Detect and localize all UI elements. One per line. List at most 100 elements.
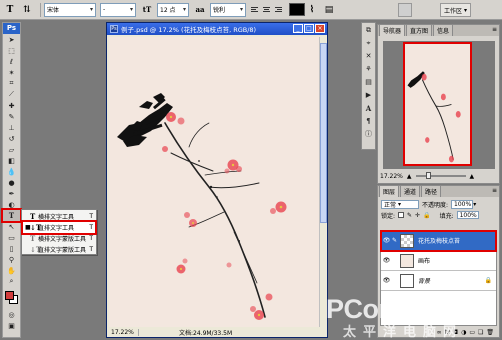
font-family-select[interactable]: 宋体 bbox=[44, 2, 96, 17]
notes-tool-icon[interactable]: ▯ bbox=[3, 243, 20, 254]
paragraph-icon[interactable]: ¶ bbox=[362, 115, 375, 127]
navigator-preview[interactable] bbox=[383, 41, 495, 169]
tool-presets-icon[interactable]: ✕ bbox=[362, 50, 375, 62]
layer-style-icon[interactable]: fx bbox=[445, 329, 451, 336]
zoom-slider-knob[interactable] bbox=[425, 172, 431, 179]
delete-layer-icon[interactable]: 🗑 bbox=[486, 329, 494, 336]
clone-source-icon[interactable]: ⚘ bbox=[362, 63, 375, 75]
font-style-select[interactable]: - bbox=[100, 2, 136, 17]
flyout-item-horizontal-type[interactable]: T 横排文字工具 T bbox=[23, 211, 95, 222]
dodge-tool-icon[interactable]: ● bbox=[3, 177, 20, 188]
maximize-button[interactable]: □ bbox=[304, 24, 314, 33]
tab-info[interactable]: 信息 bbox=[433, 24, 454, 36]
hand-tool-icon[interactable]: ✋ bbox=[3, 265, 20, 276]
dodge-burn-tool-icon[interactable]: ◐ bbox=[3, 199, 20, 210]
align-right-button[interactable] bbox=[274, 4, 285, 15]
bridge-icon[interactable] bbox=[398, 3, 412, 17]
layer-row[interactable]: 👁 画布 bbox=[381, 251, 496, 271]
brush-tool-icon[interactable]: ✎ bbox=[3, 111, 20, 122]
text-color-swatch[interactable] bbox=[289, 3, 305, 16]
lock-pixels-icon[interactable]: ✎ bbox=[407, 212, 412, 219]
close-button[interactable]: × bbox=[315, 24, 325, 33]
anti-alias-select[interactable]: 锐利 bbox=[210, 2, 246, 17]
layer-mask-icon[interactable]: ◘ bbox=[453, 329, 458, 336]
minimize-button[interactable]: _ bbox=[293, 24, 303, 33]
type-tool-icon[interactable]: T bbox=[1, 208, 22, 223]
shape-tool-icon[interactable]: ▭ bbox=[3, 232, 20, 243]
blend-mode-select[interactable]: 正常 bbox=[381, 200, 419, 209]
marquee-tool-icon[interactable]: ⬚ bbox=[3, 45, 20, 56]
font-size-select[interactable]: 12 点 bbox=[157, 2, 189, 17]
pen-tool-icon[interactable]: ✒ bbox=[3, 188, 20, 199]
tab-histogram[interactable]: 直方图 bbox=[406, 24, 433, 36]
type-tool-icon[interactable]: T bbox=[3, 3, 17, 17]
eraser-tool-icon[interactable]: ▱ bbox=[3, 144, 20, 155]
gradient-tool-icon[interactable]: ◧ bbox=[3, 155, 20, 166]
lock-position-icon[interactable]: ✛ bbox=[415, 212, 420, 219]
tab-channels[interactable]: 通道 bbox=[400, 185, 421, 197]
magic-wand-tool-icon[interactable]: ✶ bbox=[3, 67, 20, 78]
layer-row[interactable]: 👁 背景 🔒 bbox=[381, 271, 496, 291]
zoom-out-icon[interactable]: ▲ bbox=[407, 173, 412, 180]
eyedropper-tool-icon[interactable]: ⚲ bbox=[3, 254, 20, 265]
screen-mode-icon[interactable]: ▣ bbox=[3, 320, 20, 331]
character-panel-icon[interactable]: ▤ bbox=[322, 3, 336, 17]
quick-mask-icon[interactable]: ◎ bbox=[3, 309, 20, 320]
path-selection-tool-icon[interactable]: ↖ bbox=[3, 221, 20, 232]
document-title-bar[interactable]: Ps 例子.psd @ 17.2% (花托及梅枝点苔, RGB/8) _ □ × bbox=[107, 23, 327, 35]
eye-icon[interactable]: 👁 bbox=[381, 277, 392, 284]
lasso-tool-icon[interactable]: ℓ bbox=[3, 56, 20, 67]
navigator-zoom[interactable]: 17.22% bbox=[380, 173, 403, 180]
zoom-in-icon[interactable]: ▲ bbox=[470, 173, 475, 180]
tab-layers[interactable]: 图层 bbox=[379, 185, 400, 197]
flyout-item-vertical-type-mask[interactable]: ↓T 直排文字蒙版工具 T bbox=[23, 244, 95, 255]
actions-icon[interactable]: ▶ bbox=[362, 89, 375, 101]
tab-paths[interactable]: 路径 bbox=[421, 185, 442, 197]
scrollbar-thumb[interactable] bbox=[320, 43, 327, 223]
navigator-panel: 导航器 直方图 信息 ≡ 17.22% ▲ ▲ bbox=[377, 24, 500, 184]
crop-tool-icon[interactable]: ⌗ bbox=[3, 78, 20, 89]
layer-thumbnail bbox=[400, 273, 414, 288]
align-center-button[interactable] bbox=[262, 4, 273, 15]
workspace-menu[interactable]: 工作区 ▾ bbox=[440, 3, 472, 17]
new-group-icon[interactable]: ▭ bbox=[469, 329, 475, 336]
layer-comps-icon[interactable]: ⧉ bbox=[362, 24, 375, 36]
zoom-level[interactable]: 17.22% bbox=[109, 328, 139, 336]
brushes-icon[interactable]: ⌖ bbox=[362, 37, 375, 49]
flyout-item-vertical-type[interactable]: ■ ↓T 直排文字工具 T bbox=[21, 220, 97, 235]
document-canvas[interactable] bbox=[109, 37, 319, 327]
flyout-item-horizontal-type-mask[interactable]: T 横排文字蒙版工具 T bbox=[23, 233, 95, 244]
eye-icon[interactable]: 👁 bbox=[381, 257, 392, 264]
zoom-tool-icon[interactable]: ⌕ bbox=[3, 276, 20, 287]
panel-menu-icon[interactable]: ≡ bbox=[492, 187, 497, 194]
align-left-button[interactable] bbox=[250, 4, 261, 15]
opacity-input[interactable]: 100% bbox=[451, 200, 474, 209]
tab-navigator[interactable]: 导航器 bbox=[379, 24, 406, 36]
color-swatches[interactable] bbox=[3, 287, 20, 309]
vertical-scrollbar[interactable] bbox=[319, 37, 327, 327]
new-layer-icon[interactable]: ❏ bbox=[478, 329, 483, 336]
adjustment-layer-icon[interactable]: ◑ bbox=[461, 329, 466, 336]
blur-tool-icon[interactable]: 💧 bbox=[3, 166, 20, 177]
panel-menu-icon[interactable]: ≡ bbox=[492, 26, 497, 33]
zoom-slider[interactable] bbox=[415, 172, 466, 179]
navigator-view-box[interactable] bbox=[403, 42, 472, 166]
layer-row[interactable]: 👁 ✎ 花托及梅枝点苔 bbox=[380, 230, 497, 252]
warp-text-icon[interactable]: ⌇ bbox=[305, 3, 319, 17]
slice-tool-icon[interactable]: ⟋ bbox=[3, 89, 20, 100]
info-icon[interactable]: ⓘ bbox=[362, 128, 375, 140]
move-tool-icon[interactable]: ➤ bbox=[3, 34, 20, 45]
link-layers-icon[interactable]: ∞ bbox=[437, 329, 442, 336]
lock-label: 锁定: bbox=[381, 212, 396, 220]
foreground-color-swatch[interactable] bbox=[5, 291, 14, 300]
lock-all-icon[interactable]: 🔒 bbox=[423, 212, 430, 219]
text-orientation-icon[interactable]: ⇅ bbox=[20, 3, 34, 17]
lock-transparency-button[interactable] bbox=[398, 212, 405, 218]
healing-brush-tool-icon[interactable]: ✚ bbox=[3, 100, 20, 111]
history-brush-tool-icon[interactable]: ↺ bbox=[3, 133, 20, 144]
clone-stamp-tool-icon[interactable]: ⊥ bbox=[3, 122, 20, 133]
eye-icon[interactable]: 👁 bbox=[381, 237, 392, 244]
character-icon[interactable]: A bbox=[362, 102, 375, 114]
history-icon[interactable]: ▤ bbox=[362, 76, 375, 88]
fill-input[interactable]: 100% bbox=[456, 211, 479, 219]
